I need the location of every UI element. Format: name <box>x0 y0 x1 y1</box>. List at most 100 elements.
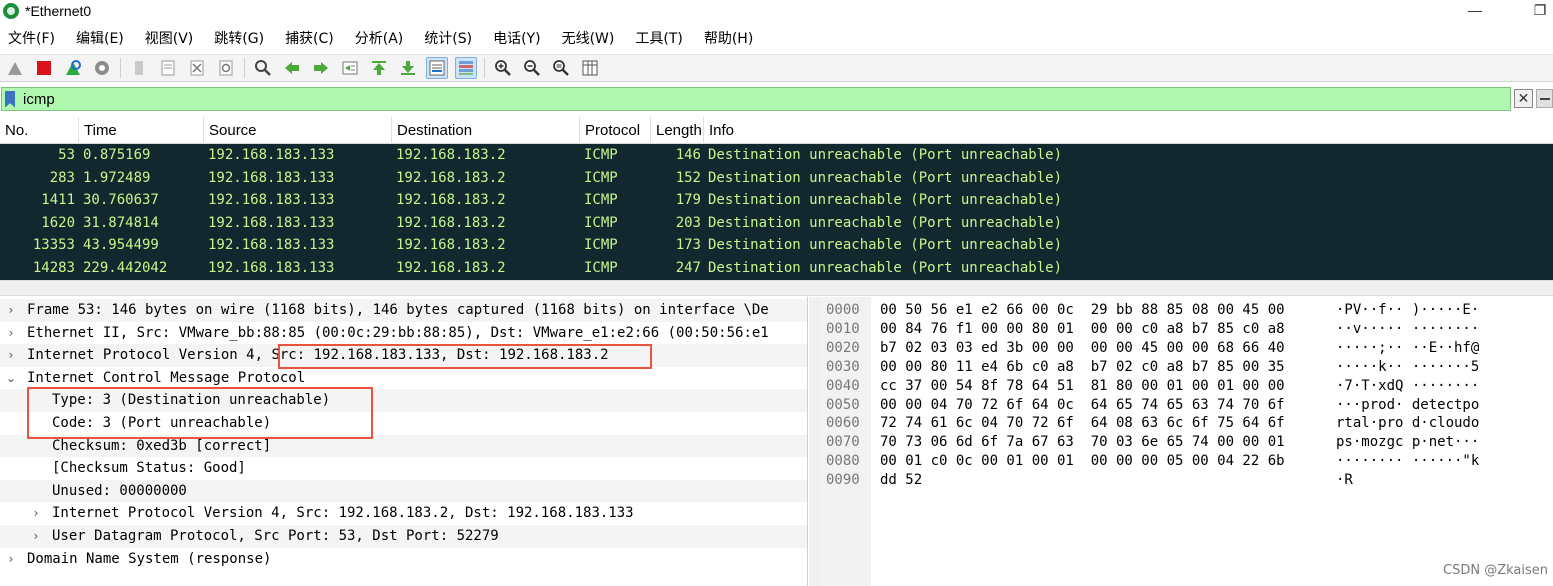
open-file-icon[interactable] <box>128 57 150 79</box>
packet-source: 192.168.183.133 <box>208 237 335 254</box>
detail-text: Internet Control Message Protocol <box>27 369 306 386</box>
packet-destination: 192.168.183.2 <box>396 169 506 186</box>
detail-text: User Datagram Protocol, Src Port: 53, Ds… <box>52 528 499 544</box>
hex-ascii: ···prod· detectpo <box>1336 396 1480 413</box>
filter-value[interactable]: icmp <box>23 91 55 108</box>
expand-arrow-icon[interactable]: › <box>4 322 18 345</box>
capture-options-icon[interactable] <box>91 57 113 79</box>
zoom-out-icon[interactable] <box>521 57 543 79</box>
expand-arrow-icon[interactable]: › <box>29 525 43 548</box>
detail-icmp-unused[interactable]: Unused: 00000000 <box>0 479 807 503</box>
detail-inner-ipv4[interactable]: › Internet Protocol Version 4, Src: 192.… <box>0 502 807 525</box>
menu-analyze[interactable]: 分析(A) <box>347 28 404 48</box>
packet-row[interactable]: 53 0.875169 192.168.183.133 192.168.183.… <box>0 144 1553 167</box>
collapse-arrow-icon[interactable]: ⌄ <box>4 367 18 390</box>
menu-go[interactable]: 跳转(G) <box>206 28 264 48</box>
auto-scroll-icon[interactable] <box>426 57 448 79</box>
menu-statistics[interactable]: 统计(S) <box>416 28 472 48</box>
hex-ascii: rtal·pro d·cloudo <box>1336 415 1480 432</box>
expand-arrow-icon[interactable]: › <box>29 502 43 525</box>
bookmark-icon[interactable] <box>5 90 15 108</box>
packet-row[interactable]: 1411 30.760637 192.168.183.133 192.168.1… <box>0 189 1553 212</box>
colorize-icon[interactable] <box>455 57 477 79</box>
menu-tools[interactable]: 工具(T) <box>627 28 682 48</box>
menu-wireless[interactable]: 无线(W) <box>554 28 615 48</box>
column-info[interactable]: Info <box>704 117 1553 144</box>
restore-icon[interactable]: ❐ <box>1520 0 1553 22</box>
packet-row[interactable]: 14283 229.442042 192.168.183.133 192.168… <box>0 257 1553 280</box>
go-first-icon[interactable] <box>368 57 390 79</box>
detail-inner-udp[interactable]: › User Datagram Protocol, Src Port: 53, … <box>0 525 807 548</box>
detail-text: Frame 53: 146 bytes on wire (1168 bits),… <box>27 302 769 318</box>
shark-fin-start-icon[interactable] <box>4 57 26 79</box>
packet-row[interactable]: 283 1.972489 192.168.183.133 192.168.183… <box>0 167 1553 190</box>
detail-text: [Checksum Status: Good] <box>52 460 246 477</box>
resize-columns-icon[interactable] <box>579 57 601 79</box>
packet-destination: 192.168.183.2 <box>396 147 506 163</box>
column-protocol[interactable]: Protocol <box>580 117 651 144</box>
expand-arrow-icon[interactable]: › <box>4 548 18 571</box>
menu-telephony[interactable]: 电话(Y) <box>485 28 540 48</box>
hex-offset: 0000 <box>826 302 860 318</box>
pane-splitter-vertical[interactable] <box>809 297 819 586</box>
stop-capture-icon[interactable] <box>33 57 55 79</box>
expand-arrow-icon[interactable]: › <box>4 344 18 367</box>
restart-capture-icon[interactable] <box>62 57 84 79</box>
hex-bytes: 00 00 04 70 72 6f 64 0c 64 65 74 65 63 7… <box>880 396 1285 413</box>
column-length[interactable]: Length <box>651 117 704 144</box>
hex-bytes: 00 00 80 11 e4 6b c0 a8 b7 02 c0 a8 b7 8… <box>880 358 1285 375</box>
toolbar-separator <box>120 58 121 78</box>
go-to-packet-icon[interactable] <box>339 57 361 79</box>
detail-ethernet[interactable]: › Ethernet II, Src: VMware_bb:88:85 (00:… <box>0 322 807 345</box>
hex-ascii: ·R <box>1336 472 1353 489</box>
toolbar-separator <box>244 58 245 78</box>
packet-destination: 192.168.183.2 <box>396 237 506 254</box>
minimize-icon[interactable]: — <box>1455 0 1495 22</box>
packet-source: 192.168.183.133 <box>208 169 335 186</box>
detail-checksum-status[interactable]: [Checksum Status: Good] <box>0 457 807 480</box>
zoom-in-icon[interactable] <box>492 57 514 79</box>
clear-filter-icon[interactable]: ✕ <box>1514 89 1533 108</box>
go-back-icon[interactable] <box>281 57 303 79</box>
detail-dns[interactable]: › Domain Name System (response) <box>0 548 807 571</box>
apply-filter-icon[interactable] <box>1536 89 1553 108</box>
find-packet-icon[interactable] <box>252 57 274 79</box>
title-bar: *Ethernet0 — ❐ <box>0 0 1553 22</box>
normal-size-icon[interactable] <box>550 57 572 79</box>
packet-time: 31.874814 <box>83 214 159 231</box>
detail-icmp[interactable]: ⌄ Internet Control Message Protocol <box>0 367 807 390</box>
packet-length: 173 <box>675 237 701 254</box>
menu-view[interactable]: 视图(V) <box>137 28 194 48</box>
hex-bytes: 00 01 c0 0c 00 01 00 01 00 00 00 05 00 0… <box>880 453 1285 470</box>
column-source[interactable]: Source <box>204 117 392 144</box>
expand-arrow-icon[interactable]: › <box>4 299 18 322</box>
packet-row[interactable]: 1620 31.874814 192.168.183.133 192.168.1… <box>0 212 1553 235</box>
detail-text: Internet Protocol Version 4, Src: 192.16… <box>52 505 634 522</box>
column-time[interactable]: Time <box>79 117 204 144</box>
packet-row[interactable]: 13353 43.954499 192.168.183.133 192.168.… <box>0 234 1553 257</box>
packet-no: 14283 <box>32 260 75 276</box>
go-forward-icon[interactable] <box>310 57 332 79</box>
packet-time: 43.954499 <box>83 237 159 254</box>
hex-ascii: ········ ······"k <box>1336 453 1480 470</box>
menu-capture[interactable]: 捕获(C) <box>277 28 334 48</box>
go-last-icon[interactable] <box>397 57 419 79</box>
reload-file-icon[interactable] <box>215 57 237 79</box>
close-file-icon[interactable] <box>186 57 208 79</box>
hex-offset: 0050 <box>826 396 860 413</box>
wireshark-fin-icon <box>3 3 19 19</box>
save-file-icon[interactable] <box>157 57 179 79</box>
packet-length: 152 <box>675 169 701 186</box>
hex-offset: 0040 <box>826 377 860 394</box>
packet-destination: 192.168.183.2 <box>396 260 506 276</box>
menu-edit[interactable]: 编辑(E) <box>68 28 124 48</box>
column-no[interactable]: No. <box>0 117 79 144</box>
packet-no: 53 <box>58 147 75 163</box>
display-filter-input[interactable]: icmp <box>1 87 1511 111</box>
detail-frame[interactable]: › Frame 53: 146 bytes on wire (1168 bits… <box>0 299 807 322</box>
menu-file[interactable]: 文件(F) <box>0 28 55 48</box>
hex-offset: 0070 <box>826 434 860 451</box>
pane-splitter[interactable] <box>0 280 1553 296</box>
column-destination[interactable]: Destination <box>392 117 580 144</box>
menu-help[interactable]: 帮助(H) <box>696 28 753 48</box>
